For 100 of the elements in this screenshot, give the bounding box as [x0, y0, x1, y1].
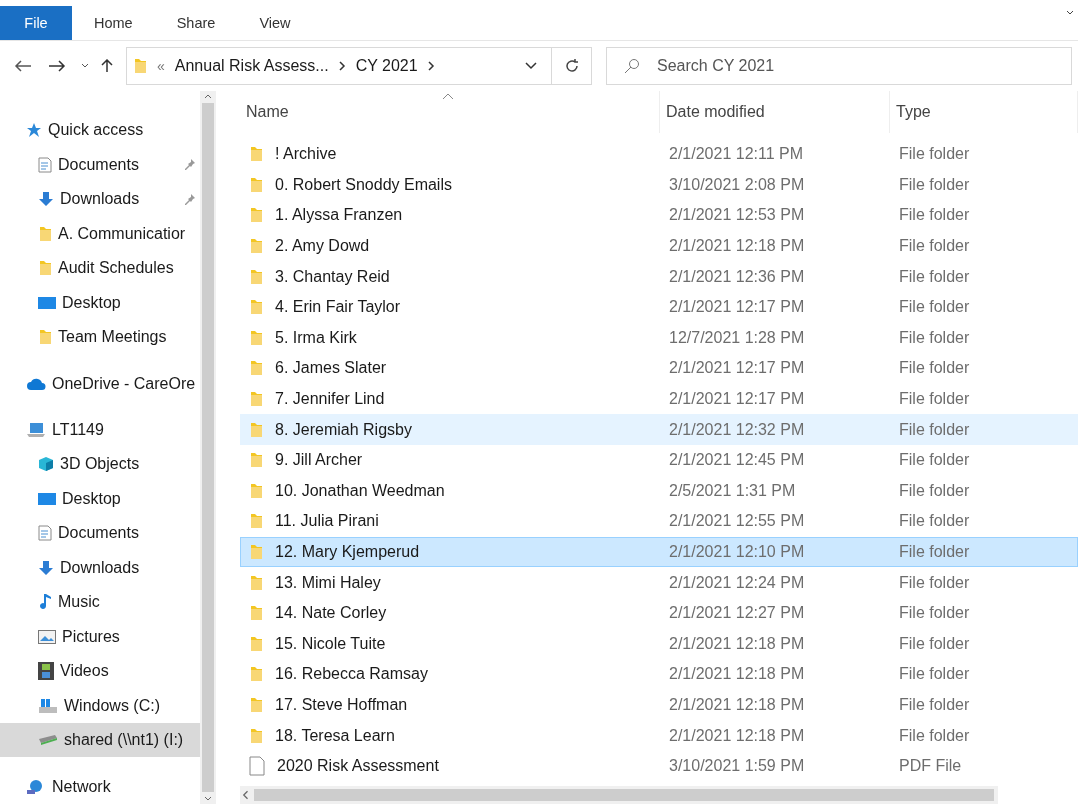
folder-icon — [249, 146, 263, 163]
folder-icon — [249, 544, 263, 560]
search-field[interactable]: Search CY 2021 — [606, 47, 1072, 85]
folder-icon — [249, 666, 263, 683]
file-row[interactable]: 15. Nicole Tuite 2/1/2021 12:18 PM File folder — [240, 628, 1078, 660]
date-modified: 2/1/2021 12:11 PM — [668, 145, 805, 164]
breadcrumb[interactable]: Annual Risk Assess... — [174, 57, 329, 75]
date-modified: 2/1/2021 12:10 PM — [668, 543, 806, 561]
overflow-chevron[interactable]: « — [157, 58, 165, 74]
sidebar-item[interactable]: Music — [0, 585, 200, 620]
file-type: File folder — [898, 175, 971, 194]
ribbon-tab[interactable]: File — [0, 6, 72, 40]
file-row[interactable]: 5. Irma Kirk 12/7/2021 1:28 PM File folder — [240, 322, 1078, 354]
desktop-icon — [38, 491, 56, 506]
sidebar-item[interactable]: Pictures — [0, 619, 200, 654]
file-row[interactable]: 3. Chantay Reid 2/1/2021 12:36 PM File folder — [240, 261, 1078, 292]
file-type: File folder — [898, 726, 971, 745]
sidebar-item[interactable]: Network — [0, 769, 200, 804]
date-modified: 3/10/2021 2:08 PM — [668, 175, 806, 194]
sidebar-item[interactable]: A. Communicatior — [0, 216, 200, 251]
file-name: 14. Nate Corley — [275, 604, 387, 623]
forward-arrow-icon — [48, 59, 66, 73]
folder-icon — [249, 482, 263, 499]
file-name: 2020 Risk Assessment — [277, 757, 439, 776]
sidebar-item[interactable]: Documents — [0, 516, 200, 551]
download-icon — [38, 559, 54, 576]
file-name: 11. Julia Pirani — [275, 512, 379, 531]
file-row[interactable]: 2. Amy Dowd 2/1/2021 12:18 PM File folder — [240, 230, 1078, 262]
date-modified: 2/1/2021 12:32 PM — [668, 420, 806, 439]
vertical-scrollbar[interactable] — [200, 91, 216, 804]
sidebar-item[interactable]: OneDrive - CareOre — [0, 366, 200, 401]
folder-icon — [249, 727, 263, 744]
file-name: 16. Rebecca Ramsay — [275, 665, 428, 684]
column-header[interactable]: Date modified — [660, 91, 890, 133]
chevron-right-icon — [338, 61, 346, 71]
file-name: 5. Irma Kirk — [275, 328, 357, 347]
ribbon-tab[interactable]: Home — [72, 6, 155, 40]
folder-icon — [249, 421, 263, 438]
sidebar-item[interactable]: Windows (C:) — [0, 688, 200, 723]
date-modified: 2/1/2021 12:53 PM — [668, 206, 806, 225]
refresh-button[interactable] — [552, 47, 592, 85]
date-modified: 2/1/2021 12:18 PM — [668, 726, 806, 745]
sidebar-item[interactable]: Desktop — [0, 481, 200, 517]
file-row[interactable]: 4. Erin Fair Taylor 2/1/2021 12:17 PM File folder — [240, 291, 1078, 323]
file-row[interactable]: 14. Nate Corley 2/1/2021 12:27 PM File folder — [240, 597, 1078, 629]
sidebar-item[interactable]: Downloads — [0, 550, 200, 586]
sidebar-item[interactable]: Audit Schedules — [0, 250, 200, 286]
file-row[interactable]: 17. Steve Hoffman 2/1/2021 12:18 PM File folder — [240, 689, 1078, 721]
ribbon-tab[interactable]: Share — [154, 6, 238, 40]
date-modified: 2/1/2021 12:18 PM — [668, 696, 806, 714]
file-type: File folder — [898, 665, 971, 684]
file-name: 9. Jill Archer — [275, 451, 363, 470]
file-row[interactable]: 7. Jennifer Lind 2/1/2021 12:17 PM File folder — [240, 383, 1078, 415]
film-icon — [38, 662, 54, 681]
file-row[interactable]: 18. Teresa Learn 2/1/2021 12:18 PM File folder — [240, 720, 1078, 751]
sidebar-item[interactable]: Desktop — [0, 285, 200, 320]
folder-icon — [249, 207, 263, 224]
horizontal-scrollbar[interactable] — [240, 786, 998, 804]
file-row[interactable]: 1. Alyssa Franzen 2/1/2021 12:53 PM File folder — [240, 200, 1078, 231]
laptop-icon — [26, 421, 46, 438]
document-icon — [38, 156, 52, 173]
file-row[interactable]: 9. Jill Archer 2/1/2021 12:45 PM File folder — [240, 444, 1078, 476]
pin-icon — [184, 192, 196, 205]
ribbon-tab[interactable]: View — [237, 6, 313, 40]
column-header[interactable]: Type — [890, 91, 1078, 133]
file-name: 12. Mary Kjemperud — [275, 543, 420, 561]
document-icon — [38, 525, 52, 542]
file-type: File folder — [898, 543, 971, 561]
folder-icon — [249, 513, 263, 530]
column-header[interactable]: Name — [240, 91, 660, 133]
date-modified: 2/1/2021 12:24 PM — [668, 573, 806, 592]
file-name: 17. Steve Hoffman — [275, 696, 408, 714]
file-row[interactable]: 8. Jeremiah Rigsby 2/1/2021 12:32 PM File folder — [240, 414, 1078, 445]
file-row[interactable]: 6. James Slater 2/1/2021 12:17 PM File folder — [240, 353, 1078, 384]
chevron-down-icon[interactable] — [1066, 10, 1074, 16]
sidebar-item[interactable]: 3D Objects — [0, 447, 200, 482]
file-row[interactable]: 13. Mimi Haley 2/1/2021 12:24 PM File folder — [240, 567, 1078, 598]
file-name: 1. Alyssa Franzen — [275, 206, 403, 225]
date-modified: 2/1/2021 12:36 PM — [668, 267, 806, 286]
sidebar-item[interactable]: LT1149 — [0, 412, 200, 448]
sidebar-item[interactable]: Quick access — [0, 113, 200, 148]
sidebar-item[interactable]: Downloads — [0, 181, 200, 217]
scroll-left-icon[interactable] — [240, 790, 250, 800]
file-row[interactable]: 12. Mary Kjemperud 2/1/2021 12:10 PM File folder — [240, 536, 1078, 568]
file-row[interactable]: 16. Rebecca Ramsay 2/1/2021 12:18 PM File folder — [240, 659, 1078, 690]
refresh-icon — [563, 58, 580, 74]
file-row[interactable]: 10. Jonathan Weedman 2/5/2021 1:31 PM File folder — [240, 475, 1078, 507]
file-row[interactable]: 0. Robert Snoddy Emails 3/10/2021 2:08 PM File folder — [240, 169, 1078, 201]
sidebar-item[interactable]: Team Meetings — [0, 319, 200, 355]
address-bar[interactable]: « Annual Risk Assess... CY 2021 — [126, 47, 552, 85]
breadcrumb[interactable]: CY 2021 — [355, 57, 418, 75]
file-row[interactable]: 2020 Risk Assessment 3/10/2021 1:59 PM PDF File — [240, 750, 1078, 782]
file-row[interactable]: 11. Julia Pirani 2/1/2021 12:55 PM File folder — [240, 506, 1078, 537]
file-row[interactable]: ! Archive 2/1/2021 12:11 PM File folder — [240, 139, 1078, 170]
date-modified: 12/7/2021 1:28 PM — [668, 328, 806, 347]
sidebar-item[interactable]: Videos — [0, 654, 200, 689]
sidebar-item[interactable]: shared (\\nt1) (I:) — [0, 722, 200, 758]
sidebar-item[interactable]: Documents — [0, 147, 200, 182]
file-name: ! Archive — [275, 145, 337, 164]
sort-ascending-icon — [442, 93, 454, 100]
